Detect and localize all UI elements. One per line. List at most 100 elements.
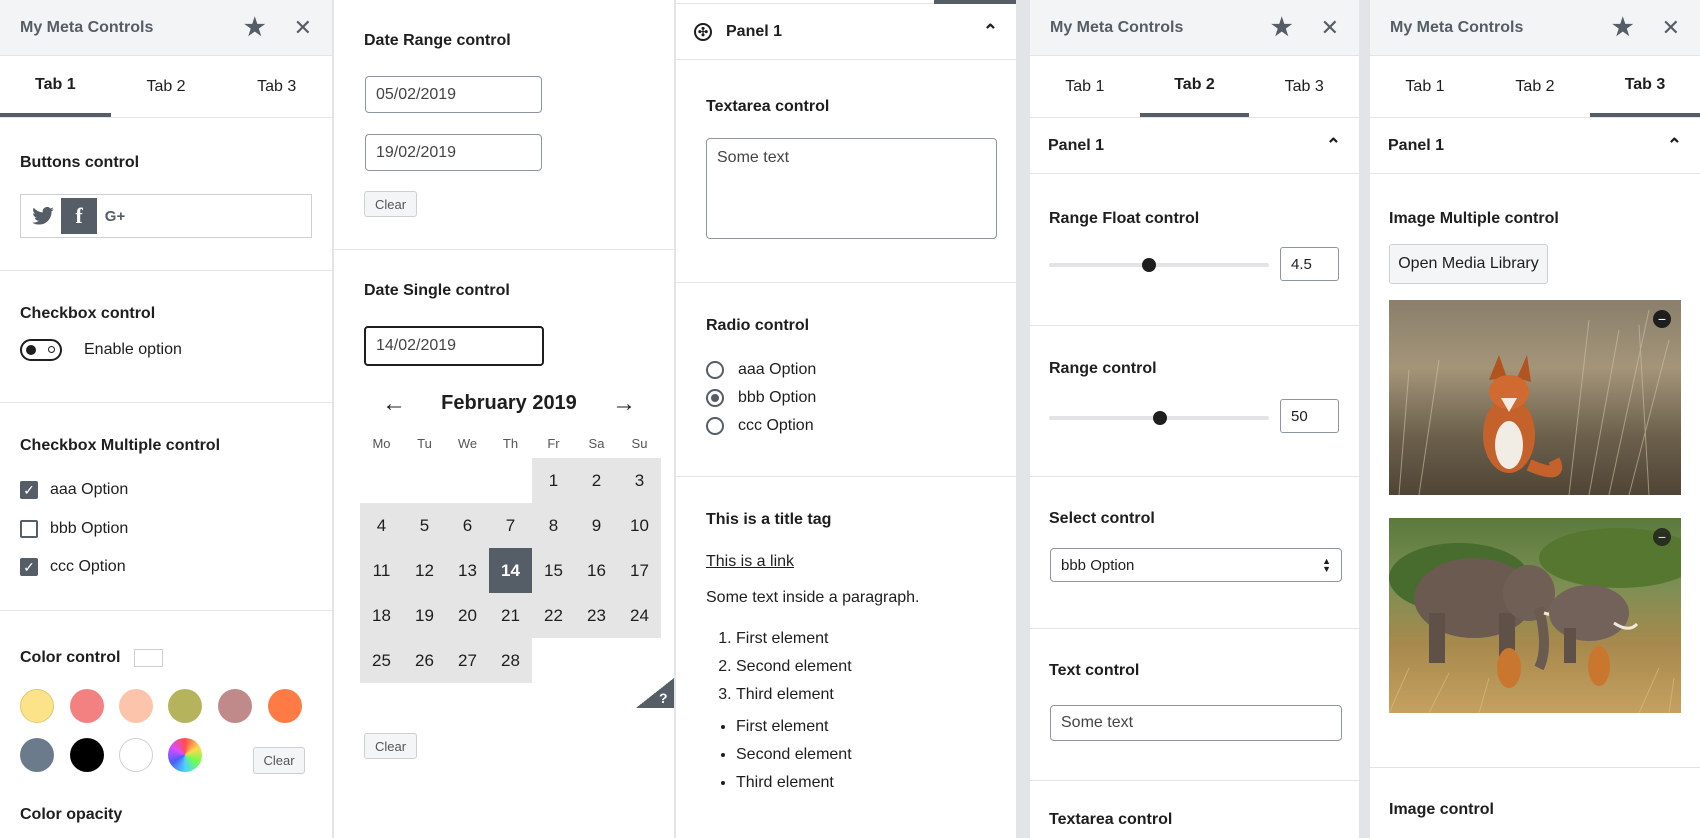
color-swatch[interactable] [119,689,153,723]
color-swatch[interactable] [70,738,104,772]
checkbox-option[interactable]: bbb Option [20,520,128,538]
panel-header: My Meta Controls ★ ✕ [1370,0,1700,56]
calendar-day[interactable]: 10 [618,503,661,548]
date-from-input[interactable]: 05/02/2019 [365,76,542,113]
calendar-day[interactable]: 28 [489,638,532,683]
calendar-day[interactable]: 27 [446,638,489,683]
range-input[interactable]: 50 [1280,399,1339,433]
remove-image-icon[interactable]: − [1653,310,1671,328]
calendar-day[interactable]: 13 [446,548,489,593]
calendar-day[interactable]: 5 [403,503,446,548]
help-icon[interactable]: ? [659,690,668,706]
open-media-library-button[interactable]: Open Media Library [1389,244,1548,284]
range-float-track[interactable] [1049,263,1269,267]
color-swatch[interactable] [70,689,104,723]
calendar-day[interactable]: 8 [532,503,575,548]
calendar-day[interactable]: 4 [360,503,403,548]
checkbox-option[interactable]: ✓ ccc Option [20,558,126,576]
radio-button[interactable] [706,361,724,379]
calendar-day[interactable]: 1 [532,458,575,503]
remove-image-icon[interactable]: − [1653,528,1671,546]
chevron-up-icon[interactable]: ⌃ [1326,135,1341,156]
range-thumb[interactable] [1153,411,1167,425]
panel-header[interactable]: Panel 1 ⌃ [1030,118,1359,174]
textarea-field[interactable]: Some text [706,138,997,239]
close-icon[interactable]: ✕ [1321,15,1339,41]
calendar-day[interactable]: 26 [403,638,446,683]
radio-button[interactable] [706,389,724,407]
calendar-day[interactable]: 19 [403,593,446,638]
calendar-day[interactable]: 24 [618,593,661,638]
color-swatch[interactable] [168,689,202,723]
calendar-day[interactable]: 20 [446,593,489,638]
facebook-icon[interactable]: f [61,198,97,234]
panel-header[interactable]: Panel 1 ⌃ [1370,118,1700,174]
color-swatch[interactable] [20,689,54,723]
star-icon[interactable]: ★ [1612,13,1634,42]
calendar-day[interactable]: 12 [403,548,446,593]
tab-3[interactable]: Tab 3 [221,56,332,117]
radio-button[interactable] [706,417,724,435]
checkbox[interactable] [20,520,38,538]
radio-option[interactable]: ccc Option [706,417,814,435]
calendar-day[interactable]: 18 [360,593,403,638]
radio-option-label: aaa Option [738,361,817,378]
tab-1[interactable]: Tab 1 [1370,56,1480,117]
calendar-day[interactable]: 16 [575,548,618,593]
tab-1[interactable]: Tab 1 [1030,56,1140,117]
calendar-day[interactable]: 6 [446,503,489,548]
star-icon[interactable]: ★ [1271,13,1293,42]
radio-option[interactable]: aaa Option [706,361,816,379]
date-single-clear-button[interactable]: Clear [364,733,417,759]
calendar-day[interactable]: 15 [532,548,575,593]
date-to-input[interactable]: 19/02/2019 [365,134,542,171]
calendar-day[interactable]: 17 [618,548,661,593]
help-corner[interactable] [636,678,674,708]
calendar-day[interactable]: 2 [575,458,618,503]
content-link[interactable]: This is a link [706,553,794,571]
tab-3[interactable]: Tab 3 [1590,56,1700,117]
checkbox[interactable]: ✓ [20,481,38,499]
panel-header[interactable]: ✣ Panel 1 ⌃ [676,4,1016,60]
calendar-day[interactable]: 9 [575,503,618,548]
calendar-day[interactable]: 7 [489,503,532,548]
checkbox-multiple-label: Checkbox Multiple control [20,437,221,454]
toggle-switch[interactable] [20,339,62,361]
twitter-icon[interactable] [25,198,61,234]
close-icon[interactable]: ✕ [1662,15,1680,41]
textarea-section: Textarea control [1030,781,1359,838]
select-dropdown[interactable]: bbb Option ▲ ▼ [1050,548,1342,582]
color-swatch[interactable] [268,689,302,723]
calendar-day-selected[interactable]: 14 [489,548,532,593]
close-icon[interactable]: ✕ [294,15,312,41]
calendar-day[interactable]: 21 [489,593,532,638]
color-swatch[interactable] [218,689,252,723]
next-month-icon[interactable]: → [612,390,636,418]
google-plus-icon[interactable]: G+ [97,198,133,234]
color-swatch[interactable] [119,738,153,772]
tab-2[interactable]: Tab 2 [1139,56,1250,117]
chevron-up-icon[interactable]: ⌃ [983,21,998,42]
calendar-day[interactable]: 25 [360,638,403,683]
tab-2[interactable]: Tab 2 [1480,56,1590,117]
radio-option[interactable]: bbb Option [706,389,816,407]
star-icon[interactable]: ★ [244,13,266,42]
tab-3[interactable]: Tab 3 [1249,56,1359,117]
date-range-clear-button[interactable]: Clear [364,191,417,217]
date-single-input[interactable]: 14/02/2019 [364,326,544,366]
calendar-day[interactable]: 11 [360,548,403,593]
calendar-day[interactable]: 22 [532,593,575,638]
calendar-day[interactable]: 3 [618,458,661,503]
chevron-up-icon[interactable]: ⌃ [1667,135,1682,156]
checkbox-option[interactable]: ✓ aaa Option [20,481,128,499]
color-clear-button[interactable]: Clear [253,747,305,774]
range-float-thumb[interactable] [1142,258,1156,272]
checkbox[interactable]: ✓ [20,558,38,576]
range-float-input[interactable]: 4.5 [1280,247,1339,281]
tab-2[interactable]: Tab 2 [111,56,222,117]
custom-color-picker-icon[interactable] [168,738,202,772]
color-swatch[interactable] [20,738,54,772]
calendar-day[interactable]: 23 [575,593,618,638]
tab-1[interactable]: Tab 1 [0,56,111,117]
text-input[interactable]: Some text [1050,705,1342,741]
